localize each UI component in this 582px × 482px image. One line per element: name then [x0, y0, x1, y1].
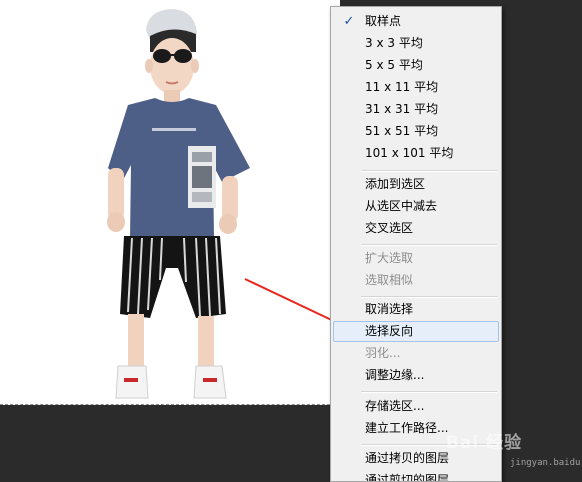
menu-separator [361, 391, 497, 393]
menu-item-refine-edge[interactable]: 调整边缘... [333, 365, 499, 386]
menu-item-deselect[interactable]: 取消选择 [333, 299, 499, 320]
watermark-url: jingyan.baidu.com [510, 458, 582, 468]
menu-item-subtract-from-selection[interactable]: 从选区中减去 [333, 196, 499, 217]
menu-item-5x5-average[interactable]: 5 x 5 平均 [333, 55, 499, 76]
menu-item-add-to-selection[interactable]: 添加到选区 [333, 174, 499, 195]
menu-separator [361, 296, 497, 298]
checkmark-icon: ✓ [343, 14, 355, 29]
menu-item-sample-point[interactable]: ✓ 取样点 [333, 11, 499, 32]
menu-separator [361, 170, 497, 172]
baidu-jingyan-watermark: Bai 经验 jingyan.baidu.com [446, 428, 582, 472]
menu-item-select-inverse[interactable]: 选择反向 [333, 321, 499, 342]
menu-item-grow: 扩大选取 [365, 251, 414, 265]
image-canvas[interactable] [0, 0, 340, 405]
menu-item-51x51-average[interactable]: 51 x 51 平均 [333, 121, 499, 142]
menu-item-3x3-average[interactable]: 3 x 3 平均 [333, 33, 499, 54]
menu-item-11x11-average[interactable]: 11 x 11 平均 [333, 77, 499, 98]
menu-item-31x31-average[interactable]: 31 x 31 平均 [333, 99, 499, 120]
watermark-brand: Bai 经验 [446, 433, 523, 453]
menu-separator [361, 244, 497, 246]
menu-item-feather: 羽化... [365, 346, 401, 360]
menu-item-save-selection[interactable]: 存储选区... [333, 396, 499, 417]
context-menu: ✓ 取样点 3 x 3 平均 5 x 5 平均 11 x 11 平均 31 x … [330, 6, 502, 482]
menu-item-101x101-average[interactable]: 101 x 101 平均 [333, 143, 499, 164]
menu-item-intersect-selection[interactable]: 交叉选区 [333, 218, 499, 239]
boy-photo [107, 9, 250, 399]
menu-item-similar: 选取相似 [365, 273, 414, 287]
